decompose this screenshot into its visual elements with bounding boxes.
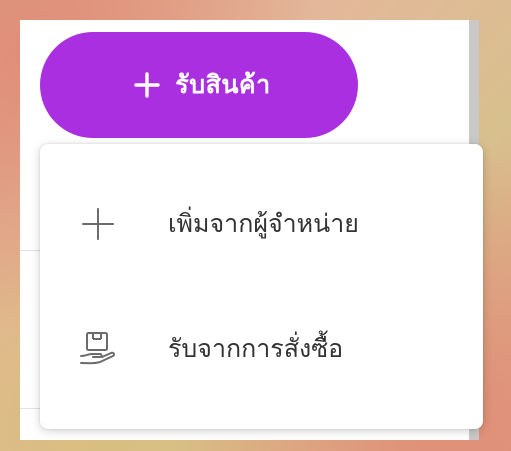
receive-package-hand-icon [78, 329, 118, 369]
menu-item-label: เพิ่มจากผู้จำหน่าย [168, 209, 359, 238]
plus-icon [78, 204, 118, 244]
row-divider [20, 250, 42, 251]
receive-goods-label: รับสินค้า [175, 70, 271, 99]
receive-goods-button[interactable]: รับสินค้า [40, 32, 358, 138]
menu-item-receive-from-order[interactable]: รับจากการสั่งซื้อ [40, 299, 483, 399]
menu-item-label: รับจากการสั่งซื้อ [168, 334, 344, 363]
receive-dropdown-menu: เพิ่มจากผู้จำหน่าย รับจากการสั่งซื้อ [40, 144, 483, 429]
row-divider [20, 408, 42, 409]
menu-item-add-from-supplier[interactable]: เพิ่มจากผู้จำหน่าย [40, 174, 483, 274]
plus-icon [133, 71, 161, 99]
